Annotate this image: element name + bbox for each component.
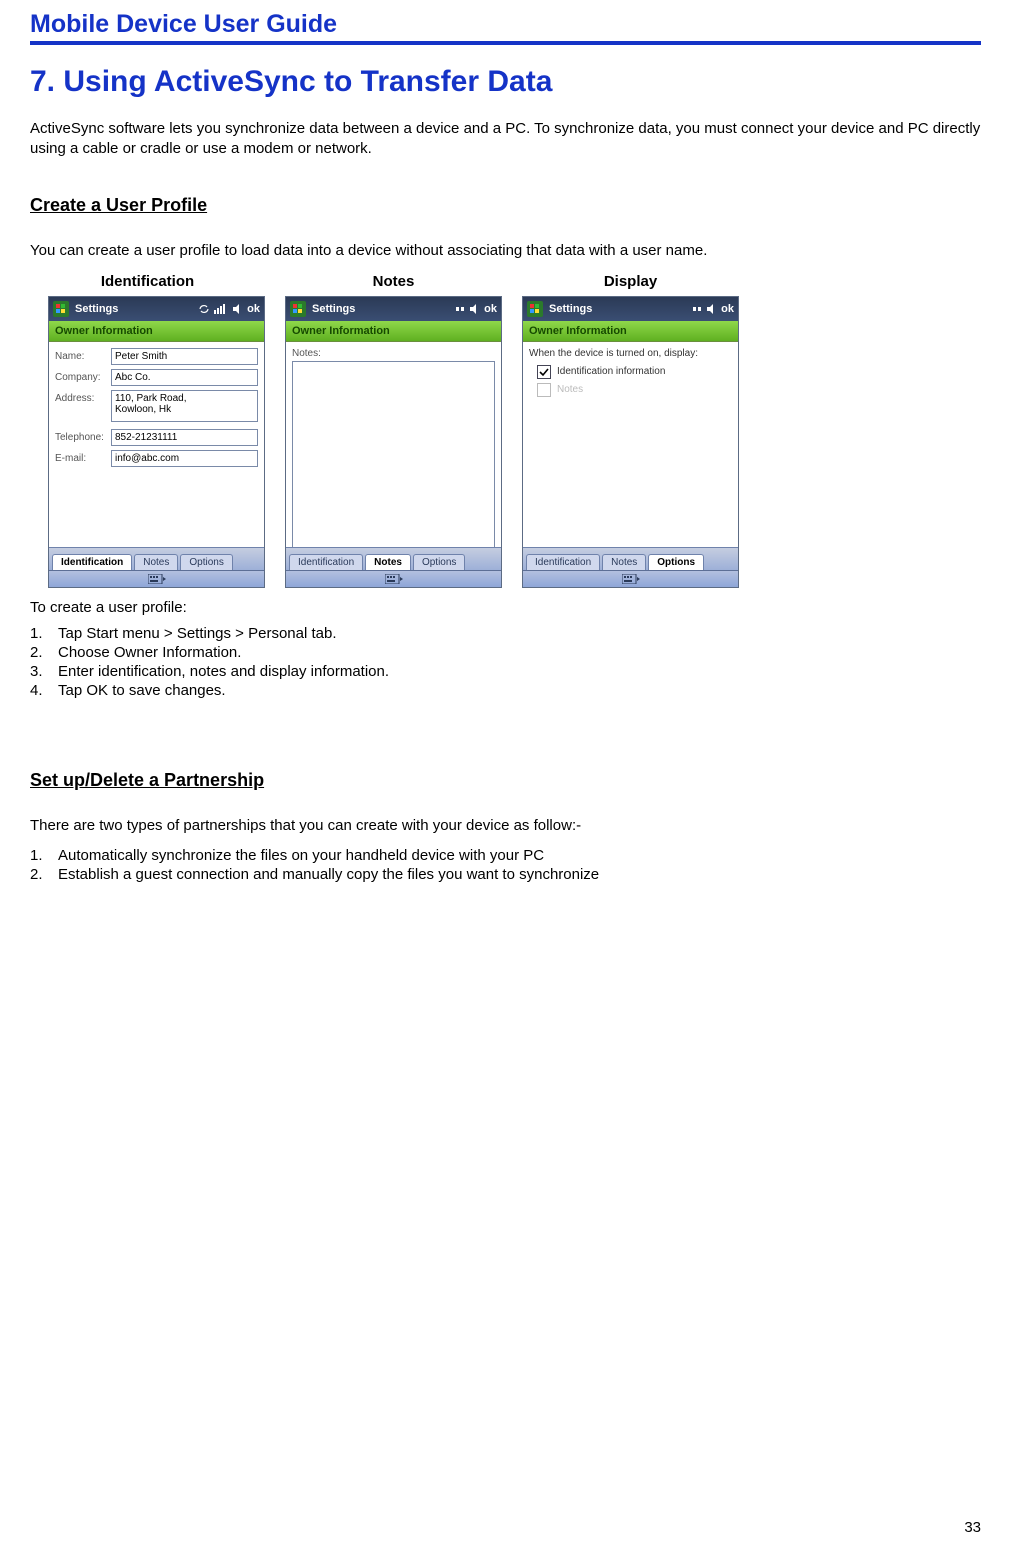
tab-strip: Identification Notes Options [286, 547, 501, 570]
screenshot-display: Display Settings ok Owner Information [522, 273, 739, 588]
status-icons [455, 304, 478, 314]
tab-notes[interactable]: Notes [365, 554, 411, 570]
sip-bar[interactable] [286, 570, 501, 587]
ok-button[interactable]: ok [721, 303, 734, 315]
section-create-profile-heading: Create a User Profile [30, 195, 981, 216]
screen-title-bar: Owner Information [49, 321, 264, 342]
checkbox-label: Identification information [557, 366, 665, 377]
signal-icon [214, 304, 228, 314]
sip-bar[interactable] [523, 570, 738, 587]
titlebar-app-name: Settings [549, 303, 592, 315]
email-label: E-mail: [55, 450, 111, 464]
tab-identification[interactable]: Identification [52, 554, 132, 570]
chapter-heading: 7. Using ActiveSync to Transfer Data [30, 65, 981, 99]
device-frame: Settings ok Owner Information Notes: Ide… [285, 296, 502, 588]
telephone-label: Telephone: [55, 429, 111, 443]
screen-title-bar: Owner Information [523, 321, 738, 342]
titlebar: Settings ok [286, 297, 501, 321]
start-icon[interactable] [527, 301, 543, 317]
list-item: 1.Automatically synchronize the files on… [30, 846, 981, 865]
tab-notes[interactable]: Notes [134, 554, 178, 570]
partnership-lead: There are two types of partnerships that… [30, 816, 981, 836]
tab-options[interactable]: Options [648, 554, 704, 570]
tab-options[interactable]: Options [413, 554, 465, 570]
list-item: 4.Tap OK to save changes. [30, 681, 981, 700]
keyboard-icon [148, 574, 166, 584]
address-field[interactable]: 110, Park Road, Kowloon, Hk [111, 390, 258, 422]
notes-form: Notes: [286, 342, 501, 547]
doc-title: Mobile Device User Guide [30, 10, 981, 41]
sync-icon [199, 304, 209, 314]
status-icons [199, 304, 241, 314]
titlebar-app-name: Settings [75, 303, 118, 315]
checkmark-icon [539, 367, 549, 377]
connectivity-icon [692, 304, 702, 314]
connectivity-icon [455, 304, 465, 314]
titlebar: Settings ok [49, 297, 264, 321]
device-frame: Settings ok Owner Information Name: Comp… [48, 296, 265, 588]
volume-icon [470, 304, 478, 314]
partnership-steps: 1.Automatically synchronize the files on… [30, 846, 981, 884]
screenshot-label-identification: Identification [101, 273, 194, 290]
screenshots-row: Identification Settings ok Owner Informa [30, 273, 981, 588]
titlebar-app-name: Settings [312, 303, 355, 315]
sip-bar[interactable] [49, 570, 264, 587]
tab-strip: Identification Notes Options [523, 547, 738, 570]
screenshot-label-notes: Notes [373, 273, 415, 290]
device-frame: Settings ok Owner Information When the d… [522, 296, 739, 588]
company-label: Company: [55, 369, 111, 383]
list-item: 1.Tap Start menu > Settings > Personal t… [30, 624, 981, 643]
volume-icon [707, 304, 715, 314]
page-number: 33 [964, 1519, 981, 1536]
display-instruction: When the device is turned on, display: [529, 348, 732, 359]
keyboard-icon [622, 574, 640, 584]
name-field[interactable] [111, 348, 258, 365]
ok-button[interactable]: ok [484, 303, 497, 315]
intro-paragraph: ActiveSync software lets you synchronize… [30, 119, 981, 160]
notes-textarea[interactable] [292, 361, 495, 547]
tab-identification[interactable]: Identification [289, 554, 363, 570]
screenshot-label-display: Display [604, 273, 657, 290]
tab-identification[interactable]: Identification [526, 554, 600, 570]
title-rule [30, 41, 981, 45]
create-profile-steps: 1.Tap Start menu > Settings > Personal t… [30, 624, 981, 700]
create-profile-steps-intro: To create a user profile: [30, 598, 981, 618]
list-item: 2.Choose Owner Information. [30, 643, 981, 662]
volume-icon [233, 304, 241, 314]
list-item: 2.Establish a guest connection and manua… [30, 865, 981, 884]
checkbox-identification-info[interactable]: Identification information [537, 365, 732, 379]
keyboard-icon [385, 574, 403, 584]
tab-notes[interactable]: Notes [602, 554, 646, 570]
start-icon[interactable] [53, 301, 69, 317]
start-icon[interactable] [290, 301, 306, 317]
screenshot-identification: Identification Settings ok Owner Informa [30, 273, 265, 588]
notes-label: Notes: [292, 348, 495, 359]
screen-title-bar: Owner Information [286, 321, 501, 342]
screenshot-notes: Notes Settings ok Owner Information [285, 273, 502, 588]
checkbox-label: Notes [557, 384, 583, 395]
status-icons [692, 304, 715, 314]
display-form: When the device is turned on, display: I… [523, 342, 738, 547]
create-profile-lead: You can create a user profile to load da… [30, 241, 981, 261]
telephone-field[interactable] [111, 429, 258, 446]
list-item: 3.Enter identification, notes and displa… [30, 662, 981, 681]
identification-form: Name: Company: Address:110, Park Road, K… [49, 342, 264, 547]
section-partnership-heading: Set up/Delete a Partnership [30, 770, 981, 791]
checkbox-notes[interactable]: Notes [537, 383, 732, 397]
company-field[interactable] [111, 369, 258, 386]
tab-strip: Identification Notes Options [49, 547, 264, 570]
titlebar: Settings ok [523, 297, 738, 321]
name-label: Name: [55, 348, 111, 362]
tab-options[interactable]: Options [180, 554, 232, 570]
address-label: Address: [55, 390, 111, 404]
ok-button[interactable]: ok [247, 303, 260, 315]
email-field[interactable] [111, 450, 258, 467]
